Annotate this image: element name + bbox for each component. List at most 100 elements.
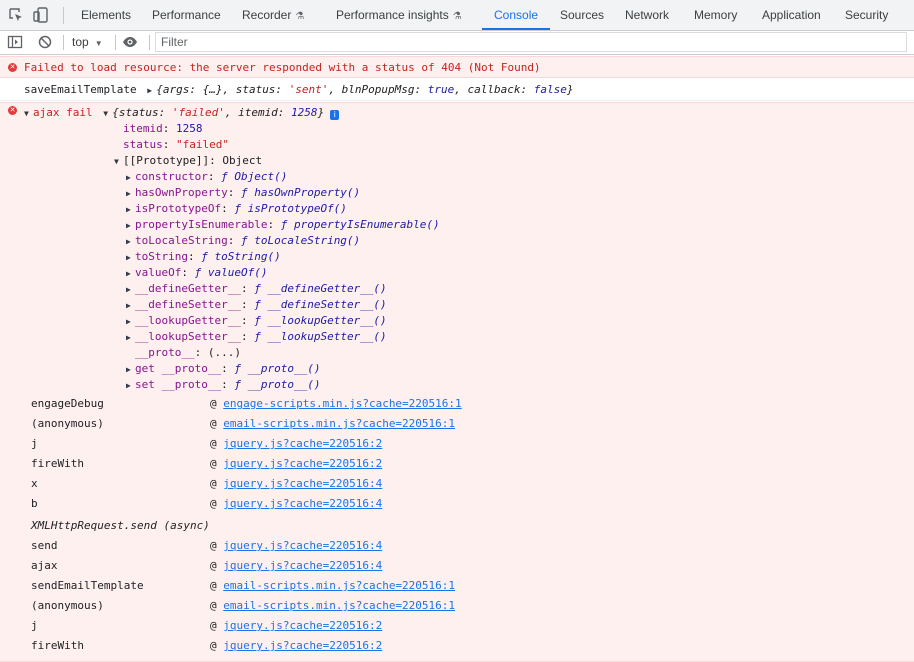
prototype-member[interactable]: ▶ __defineGetter__: ƒ __defineGetter__(): [126, 281, 387, 297]
live-expression-eye-icon[interactable]: [122, 34, 138, 50]
expand-triangle-icon[interactable]: ▶: [147, 83, 156, 99]
expand-triangle-icon[interactable]: ▶: [126, 378, 135, 394]
stack-location: @ email-scripts.min.js?cache=220516:1: [210, 417, 456, 430]
stack-function-name: fireWith: [31, 457, 84, 470]
stack-function-name: b: [31, 497, 38, 510]
tab-performance[interactable]: Performance: [152, 0, 221, 30]
context-selector[interactable]: top ▼: [72, 31, 103, 54]
stack-location: @ jquery.js?cache=220516:2: [210, 639, 383, 652]
expand-triangle-icon[interactable]: ▶: [126, 250, 135, 266]
prototype-member[interactable]: ▶ __lookupSetter__: ƒ __lookupSetter__(): [126, 329, 387, 345]
source-link[interactable]: jquery.js?cache=220516:2: [223, 457, 382, 470]
prototype-member[interactable]: ▶ __defineSetter__: ƒ __defineSetter__(): [126, 297, 387, 313]
filter-input[interactable]: [155, 32, 907, 52]
source-link[interactable]: jquery.js?cache=220516:2: [223, 619, 382, 632]
log-line: saveEmailTemplate ▶ {args: {…}, status: '…: [24, 82, 574, 98]
stack-function-name: (anonymous): [31, 599, 104, 612]
prototype-member[interactable]: ▶ constructor: ƒ Object(): [126, 169, 287, 185]
toolbar-divider: [63, 7, 64, 24]
collapse-triangle-icon[interactable]: ▼: [24, 106, 33, 122]
clear-console-icon[interactable]: [37, 34, 53, 50]
source-link[interactable]: jquery.js?cache=220516:4: [223, 539, 382, 552]
stack-function-name: (anonymous): [31, 417, 104, 430]
prototype-member[interactable]: ▶ toLocaleString: ƒ toLocaleString(): [126, 233, 360, 249]
stack-location: @ email-scripts.min.js?cache=220516:1: [210, 579, 456, 592]
show-sidebar-icon[interactable]: [7, 34, 23, 50]
source-link[interactable]: email-scripts.min.js?cache=220516:1: [223, 579, 455, 592]
tab-performance-insights[interactable]: Performance insights ⚗: [336, 0, 462, 30]
expand-triangle-icon[interactable]: ▶: [126, 362, 135, 378]
prototype-node[interactable]: ▼ [[Prototype]]: Object: [114, 153, 262, 169]
stack-location: @ jquery.js?cache=220516:4: [210, 559, 383, 572]
tab-network[interactable]: Network: [625, 0, 669, 30]
collapse-triangle-icon[interactable]: ▼: [103, 106, 112, 122]
experimental-flask-icon: ⚗: [452, 11, 462, 22]
source-link[interactable]: jquery.js?cache=220516:2: [223, 437, 382, 450]
log-label: saveEmailTemplate: [24, 83, 137, 96]
tab-elements[interactable]: Elements: [81, 0, 131, 30]
prototype-member[interactable]: ▶ valueOf: ƒ valueOf(): [126, 265, 267, 281]
stack-frame: j @ jquery.js?cache=220516:2: [0, 436, 914, 452]
expand-triangle-icon[interactable]: ▶: [126, 218, 135, 234]
source-link[interactable]: engage-scripts.min.js?cache=220516:1: [223, 397, 461, 410]
source-link[interactable]: email-scripts.min.js?cache=220516:1: [223, 599, 455, 612]
console-error-message-expanded: ✕ ▼ ajax fail ▼ {status: 'failed', itemid:…: [0, 102, 914, 662]
expand-triangle-icon[interactable]: ▶: [126, 202, 135, 218]
inspect-element-icon[interactable]: [7, 6, 25, 24]
console-filter-bar: top ▼: [0, 31, 914, 55]
collapse-triangle-icon[interactable]: ▼: [114, 154, 123, 170]
stack-function-name: send: [31, 539, 58, 552]
stack-location: @ jquery.js?cache=220516:4: [210, 477, 383, 490]
prototype-member[interactable]: ▶ isPrototypeOf: ƒ isPrototypeOf(): [126, 201, 347, 217]
expand-triangle-icon[interactable]: ▶: [126, 266, 135, 282]
expand-triangle-icon[interactable]: ▶: [126, 170, 135, 186]
stack-frame: b @ jquery.js?cache=220516:4: [0, 496, 914, 512]
object-summary[interactable]: {args: {…}, status: 'sent', blnPopupMsg:…: [156, 83, 573, 96]
console-log-message: saveEmailTemplate ▶ {args: {…}, status: '…: [0, 79, 914, 101]
devtools-tab-bar: Elements Performance Recorder ⚗ Performan…: [0, 0, 914, 31]
source-link[interactable]: jquery.js?cache=220516:4: [223, 477, 382, 490]
chevron-down-icon: ▼: [94, 39, 103, 48]
stack-function-name: j: [31, 619, 38, 632]
expand-triangle-icon[interactable]: ▶: [126, 330, 135, 346]
tab-application[interactable]: Application: [762, 0, 821, 30]
prototype-member[interactable]: ▶ hasOwnProperty: ƒ hasOwnProperty(): [126, 185, 360, 201]
proto-get-accessor[interactable]: ▶ get __proto__: ƒ __proto__(): [126, 361, 320, 377]
expand-triangle-icon[interactable]: ▶: [126, 314, 135, 330]
device-toolbar-icon[interactable]: [32, 6, 50, 24]
expand-triangle-icon[interactable]: ▶: [126, 234, 135, 250]
tab-memory[interactable]: Memory: [694, 0, 737, 30]
expand-triangle-icon[interactable]: ▶: [126, 298, 135, 314]
source-link[interactable]: jquery.js?cache=220516:4: [223, 559, 382, 572]
stack-function-name: engageDebug: [31, 397, 104, 410]
object-property: status: "failed": [123, 138, 229, 151]
prototype-member[interactable]: ▶ propertyIsEnumerable: ƒ propertyIsEnume…: [126, 217, 440, 233]
toolbar-divider: [115, 35, 116, 50]
stack-function-name: sendEmailTemplate: [31, 579, 144, 592]
stack-frame: x @ jquery.js?cache=220516:4: [0, 476, 914, 492]
proto-getter-node[interactable]: __proto__: (...): [135, 345, 241, 361]
async-stack-separator: XMLHttpRequest.send (async): [31, 519, 210, 532]
object-property: itemid: 1258: [123, 122, 203, 135]
error-icon: ✕: [8, 106, 17, 115]
error-icon: ✕: [8, 63, 17, 72]
stack-location: @ jquery.js?cache=220516:2: [210, 437, 383, 450]
toolbar-divider: [149, 35, 150, 50]
prototype-member[interactable]: ▶ toString: ƒ toString(): [126, 249, 281, 265]
experimental-flask-icon: ⚗: [295, 11, 305, 22]
stack-frame: sendEmailTemplate @ email-scripts.min.js?…: [0, 578, 914, 594]
tab-console[interactable]: Console: [481, 0, 551, 30]
prototype-member[interactable]: ▶ __lookupGetter__: ƒ __lookupGetter__(): [126, 313, 387, 329]
source-link[interactable]: jquery.js?cache=220516:4: [223, 497, 382, 510]
tab-recorder[interactable]: Recorder ⚗: [242, 0, 304, 30]
expand-triangle-icon[interactable]: ▶: [126, 282, 135, 298]
object-summary[interactable]: {status: 'failed', itemid: 1258}: [112, 106, 324, 119]
tab-sources[interactable]: Sources: [560, 0, 604, 30]
proto-set-accessor[interactable]: ▶ set __proto__: ƒ __proto__(): [126, 377, 320, 393]
tab-security[interactable]: Security: [845, 0, 888, 30]
error-text: Failed to load resource: the server resp…: [24, 61, 541, 74]
expand-triangle-icon[interactable]: ▶: [126, 186, 135, 202]
info-icon[interactable]: i: [330, 110, 340, 120]
source-link[interactable]: email-scripts.min.js?cache=220516:1: [223, 417, 455, 430]
stack-frame: (anonymous) @ email-scripts.min.js?cache=…: [0, 598, 914, 614]
